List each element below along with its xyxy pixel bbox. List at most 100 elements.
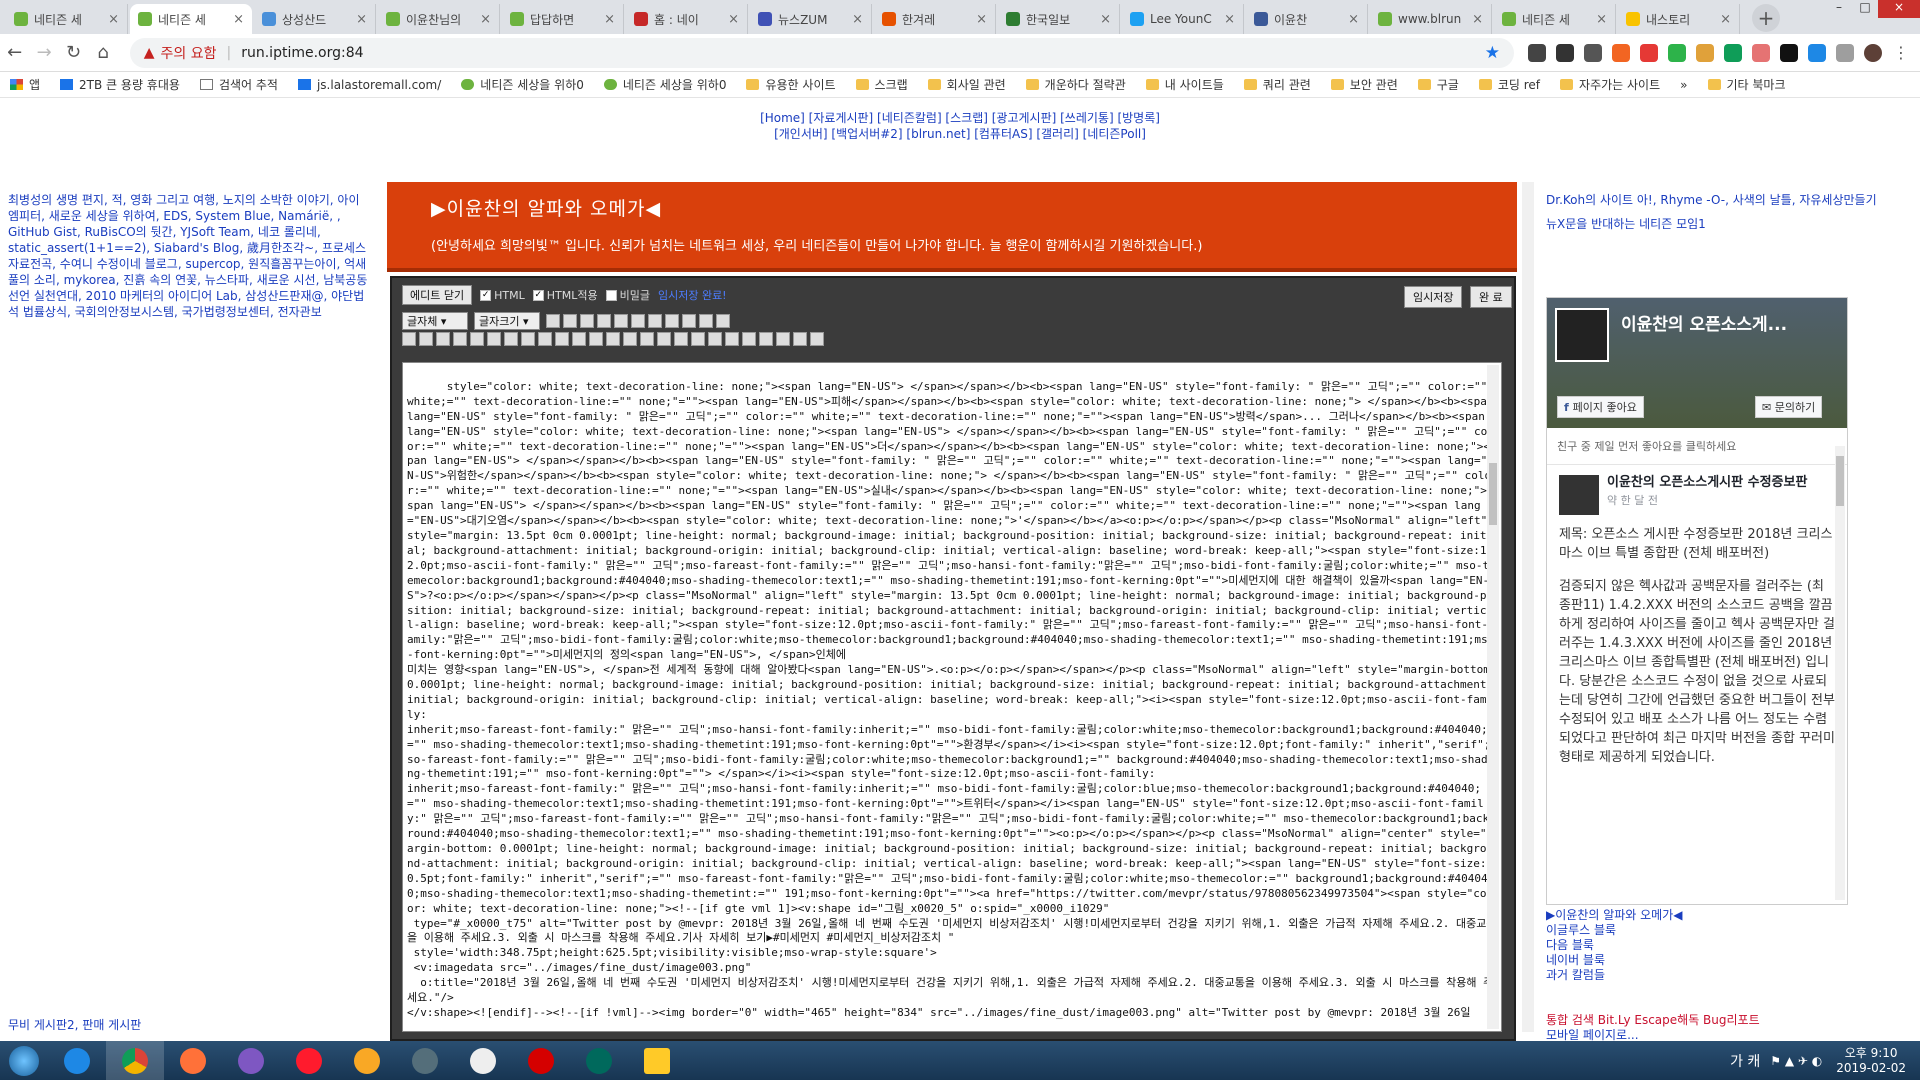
link-search-bug[interactable]: 통합 검색 Bit.Ly Escape해독 Bug리포트 — [1546, 1013, 1760, 1028]
outdent-icon[interactable] — [708, 332, 722, 346]
download-icon[interactable] — [1835, 43, 1854, 62]
page-icon[interactable] — [716, 314, 730, 328]
browser-tab[interactable]: 뉴스ZUM × — [750, 4, 872, 34]
strike-icon[interactable] — [453, 332, 467, 346]
browser-tab[interactable]: 한국일보 × — [998, 4, 1120, 34]
color-icon[interactable] — [470, 332, 484, 346]
taskbar-record[interactable] — [512, 1041, 570, 1080]
align-center-icon[interactable] — [521, 332, 535, 346]
taskbar-ie[interactable] — [48, 1041, 106, 1080]
bookmark-item[interactable]: 보안 관련 — [1330, 76, 1398, 93]
italic-icon[interactable] — [419, 332, 433, 346]
extension-icon[interactable] — [1583, 43, 1602, 62]
bookmark-item[interactable]: 회사일 관련 — [927, 76, 1006, 93]
undo-icon[interactable] — [606, 332, 620, 346]
browser-tab[interactable]: 홈 : 네이 × — [626, 4, 748, 34]
upload-icon[interactable] — [682, 314, 696, 328]
media-icon[interactable] — [580, 314, 594, 328]
extension-icon[interactable] — [1695, 43, 1714, 62]
bookmark-item[interactable]: js.lalastoremall.com/ — [297, 78, 441, 92]
extension-icon[interactable] — [1779, 43, 1798, 62]
fb-page-name[interactable]: 이윤찬의 오픈소스게... — [1621, 310, 1787, 335]
left-link-list[interactable]: 최병성의 생명 편지, 적, 영화 그리고 여행, 노지의 소박한 이야기, 아… — [8, 192, 368, 320]
link-egloos[interactable]: 이글루스 블룩 — [1546, 923, 1760, 938]
redo-icon[interactable] — [623, 332, 637, 346]
rss-icon[interactable] — [1611, 43, 1630, 62]
fb-post-avatar[interactable] — [1559, 475, 1599, 515]
fb-message-button[interactable]: ✉ 문의하기 — [1755, 396, 1823, 418]
close-tab-icon[interactable]: × — [852, 12, 863, 27]
browser-tab[interactable]: 네티즌 세 × — [1494, 4, 1616, 34]
taskbar-app[interactable] — [222, 1041, 280, 1080]
html-apply-checkbox[interactable]: ✓ HTML적용 — [532, 287, 598, 303]
secret-checkbox[interactable]: 비밀글 — [605, 287, 650, 303]
bookmark-item[interactable]: 구글 — [1417, 76, 1459, 93]
browser-tab[interactable]: 이윤찬 × — [1246, 4, 1368, 34]
browser-tab[interactable]: 상성산드 × — [254, 4, 376, 34]
smiley-icon[interactable] — [546, 314, 560, 328]
bookmark-item[interactable]: 2TB 큰 용량 휴대용 — [60, 76, 180, 93]
page-thumbnail[interactable] — [1555, 308, 1609, 362]
fb-scrollbar[interactable] — [1835, 446, 1845, 900]
bgcolor-icon[interactable] — [487, 332, 501, 346]
reload-icon[interactable]: ↻ — [59, 42, 88, 63]
close-tab-icon[interactable]: × — [356, 12, 367, 27]
link-icon[interactable] — [597, 314, 611, 328]
bookmark-item[interactable]: 쿼리 관련 — [1243, 76, 1311, 93]
close-tab-icon[interactable]: × — [108, 12, 119, 27]
home-icon[interactable]: ⌂ — [88, 42, 117, 63]
close-window-button[interactable]: × — [1878, 0, 1920, 18]
align-left-icon[interactable] — [504, 332, 518, 346]
extension-icon[interactable] — [1807, 43, 1826, 62]
scroll-thumb[interactable] — [1489, 463, 1497, 525]
clock[interactable]: 오후 9:10 2019-02-02 — [1836, 1046, 1906, 1076]
taskbar-app[interactable] — [570, 1041, 628, 1080]
browser-tab[interactable]: 네티즌 세 × — [130, 4, 252, 34]
fb-like-button[interactable]: f 페이지 좋아요 — [1557, 396, 1644, 418]
start-button[interactable] — [0, 1041, 48, 1080]
browser-tab[interactable]: 답답하면 × — [502, 4, 624, 34]
left-bottom-links[interactable]: 무비 게시판2, 판매 게시판 — [8, 1016, 141, 1033]
taskbar-firefox[interactable] — [164, 1041, 222, 1080]
align-right-icon[interactable] — [538, 332, 552, 346]
extension-icon[interactable] — [1555, 43, 1574, 62]
extension-icon[interactable] — [1723, 43, 1742, 62]
close-tab-icon[interactable]: × — [233, 12, 244, 27]
save-icon[interactable] — [640, 332, 654, 346]
menu-icon[interactable]: ⋮ — [1892, 43, 1910, 62]
bookmark-item[interactable]: 코딩 ref — [1478, 76, 1540, 93]
maximize-button[interactable]: □ — [1852, 0, 1878, 18]
close-editor-button[interactable]: 에디트 닫기 — [402, 285, 473, 305]
grid-icon[interactable] — [648, 314, 662, 328]
bookmark-star-icon[interactable]: ★ — [1485, 43, 1500, 63]
avatar[interactable] — [1863, 43, 1882, 62]
url-text[interactable]: run.iptime.org:84 — [241, 45, 1485, 61]
security-warning[interactable]: 주의 요함 — [161, 43, 217, 63]
font-family-select[interactable]: 글자체 ▾ — [402, 312, 468, 330]
link-naver[interactable]: 네이버 블룩 — [1546, 953, 1760, 968]
taskbar-chrome[interactable] — [106, 1041, 164, 1080]
close-tab-icon[interactable]: × — [1224, 12, 1235, 27]
close-tab-icon[interactable]: × — [1348, 12, 1359, 27]
back-icon[interactable]: ← — [0, 42, 29, 63]
link-daum[interactable]: 다음 블룩 — [1546, 938, 1760, 953]
list-icon[interactable] — [759, 332, 773, 346]
underline-icon[interactable] — [436, 332, 450, 346]
link-mobile[interactable]: 모바일 페이지로... — [1546, 1028, 1760, 1041]
close-tab-icon[interactable]: × — [480, 12, 491, 27]
minimize-button[interactable]: – — [1826, 0, 1852, 18]
scroll-thumb[interactable] — [1836, 456, 1844, 506]
browser-tab[interactable]: Lee YounC × — [1122, 4, 1244, 34]
taskbar-opera[interactable] — [280, 1041, 338, 1080]
address-bar[interactable]: ▲ 주의 요함 | run.iptime.org:84 ★ — [129, 37, 1514, 68]
top-nav-line2[interactable]: [개인서버] [백업서버#2] [blrun.net] [컴퓨터AS] [갤러리… — [0, 126, 1920, 142]
code-icon[interactable] — [793, 332, 807, 346]
globe-icon[interactable] — [614, 314, 628, 328]
close-tab-icon[interactable]: × — [976, 12, 987, 27]
fb-post-time[interactable]: 약 한 달 전 — [1607, 491, 1807, 510]
font-size-select[interactable]: 글자크기 ▾ — [474, 312, 540, 330]
taskbar-app[interactable] — [454, 1041, 512, 1080]
extension-icon[interactable] — [1751, 43, 1770, 62]
extension-icon[interactable] — [1527, 43, 1546, 62]
bookmark-item[interactable]: » — [1680, 78, 1687, 92]
